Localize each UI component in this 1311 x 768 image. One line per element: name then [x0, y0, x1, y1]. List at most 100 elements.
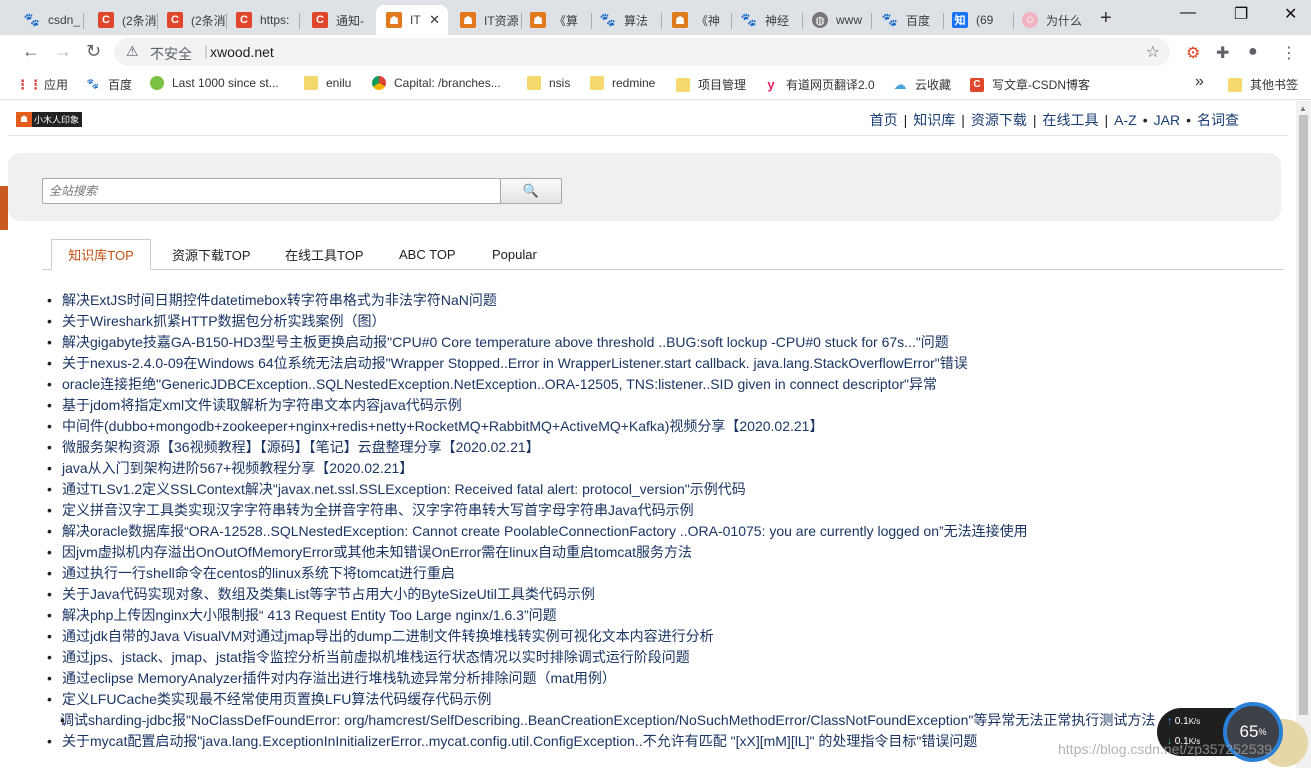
nav-glossary[interactable]: 名词查	[1197, 110, 1239, 130]
browser-tab-strip: 🐾 csdn_ C (2条消 C (2条消 C https: C 通知- ☗ I…	[0, 0, 1311, 35]
browser-tab-active[interactable]: ☗ IT ✕	[376, 5, 448, 35]
tab-title: IT	[410, 13, 421, 27]
extension-share-icon[interactable]: ⚙	[1186, 43, 1200, 63]
article-link[interactable]: 解决gigabyte技嘉GA-B150-HD3型号主板更换启动报"CPU#0 C…	[47, 332, 1287, 353]
browser-tab[interactable]: 🐾 csdn_	[14, 5, 84, 35]
nav-separator: |	[1032, 112, 1037, 128]
article-link[interactable]: 通过jps、jstack、jmap、jstat指令监控分析当前虚拟机堆栈运行状态…	[47, 647, 1287, 668]
puzzle-icon[interactable]: ✚	[1216, 43, 1229, 63]
article-link[interactable]: 调试sharding-jdbc报"NoClassDefFoundError: o…	[45, 710, 1287, 731]
browser-tab[interactable]: 知 (69	[942, 5, 1014, 35]
other-bookmarks-label: 其他书签	[1250, 78, 1299, 92]
nav-online-tools[interactable]: 在线工具	[1043, 110, 1099, 130]
article-link[interactable]: 通过TLSv1.2定义SSLContext解决"javax.net.ssl.SS…	[47, 479, 1287, 500]
maximize-button[interactable]: ❐	[1234, 4, 1248, 24]
scrollbar-thumb[interactable]	[1299, 115, 1308, 715]
browser-tab[interactable]: 🐾 百度	[872, 5, 944, 35]
close-window-button[interactable]: ✕	[1284, 4, 1297, 24]
nav-home[interactable]: 首页	[870, 110, 898, 130]
tab-popular[interactable]: Popular	[492, 239, 537, 270]
bookmark-label: 有道网页翻译2.0	[786, 78, 875, 92]
article-link[interactable]: oracle连接拒绝"GenericJDBCException..SQLNest…	[47, 374, 1287, 395]
bookmark-item[interactable]: ⋮⋮ 应用	[16, 76, 69, 93]
nav-downloads[interactable]: 资源下载	[971, 110, 1027, 130]
article-link[interactable]: 解决ExtJS时间日期控件datetimebox转字符串格式为非法字符NaN问题	[47, 290, 1287, 311]
browser-tab[interactable]: C 通知-	[302, 5, 376, 35]
browser-tab[interactable]: ☺ 为什么	[1012, 5, 1088, 35]
bookmark-item[interactable]: C 写文章-CSDN博客	[970, 76, 1090, 93]
reload-icon[interactable]: ↻	[86, 41, 101, 62]
c-icon: C	[167, 12, 183, 28]
browser-tab[interactable]: 🐾 神经	[731, 5, 803, 35]
scroll-up-arrow-icon[interactable]: ▲	[1299, 104, 1307, 113]
bookmark-item[interactable]: ☁ 云收藏	[893, 76, 952, 93]
site-logo[interactable]: ☗ 小木人印象	[16, 112, 82, 127]
article-link[interactable]: 关于Wireshark抓紧HTTP数据包分析实践案例（图）	[47, 311, 1287, 332]
site-search-input[interactable]	[42, 178, 501, 204]
address-bar[interactable]: ⚠ 不安全 | xwood.net ☆	[114, 38, 1170, 66]
article-link[interactable]: 中间件(dubbo+mongodb+zookeeper+nginx+redis+…	[47, 416, 1287, 437]
insecure-label[interactable]: 不安全	[150, 44, 192, 64]
bookmark-star-icon[interactable]: ☆	[1146, 42, 1160, 62]
bookmark-item[interactable]: redmine	[590, 76, 655, 90]
forward-arrow-icon[interactable]: →	[54, 41, 72, 62]
profile-avatar-icon[interactable]: ●	[1248, 43, 1258, 61]
browser-tab[interactable]: ☗ IT资源	[450, 5, 522, 35]
search-button[interactable]: 🔍	[500, 178, 562, 204]
article-link[interactable]: 关于nexus-2.4.0-09在Windows 64位系统无法启动报"Wrap…	[47, 353, 1287, 374]
tab-abc-top[interactable]: ABC TOP	[399, 239, 456, 270]
article-link[interactable]: 通过jdk自带的Java VisualVM对通过jmap导出的dump二进制文件…	[47, 626, 1287, 647]
browser-tab[interactable]: C (2条消	[88, 5, 158, 35]
browser-tab[interactable]: ☗ 《算	[520, 5, 592, 35]
bookmark-item[interactable]: 🐾 百度	[86, 76, 132, 93]
bookmark-item[interactable]: Last 1000 since st...	[150, 76, 279, 90]
page-scrollbar[interactable]: ▲	[1296, 101, 1311, 768]
close-icon[interactable]: ✕	[429, 12, 440, 28]
tab-tools-top[interactable]: 在线工具TOP	[285, 239, 364, 270]
c-icon: C	[970, 77, 984, 92]
tab-title: 《算	[554, 13, 579, 28]
tab-knowledge-top[interactable]: 知识库TOP	[51, 239, 151, 270]
article-link[interactable]: 通过eclipse MemoryAnalyzer插件对内存溢出进行堆栈轨迹异常分…	[47, 668, 1287, 689]
bookmark-item[interactable]: enilu	[304, 76, 351, 90]
search-icon: 🔍	[522, 183, 540, 198]
article-link[interactable]: java从入门到架构进阶567+视频教程分享【2020.02.21】	[47, 458, 1287, 479]
browser-tab[interactable]: ◍ www	[802, 5, 872, 35]
article-link[interactable]: 定义拼音汉字工具类实现汉字字符串转为全拼音字符串、汉字字符串转大写首字母字符串J…	[47, 500, 1287, 521]
bookmark-label: 应用	[44, 78, 69, 92]
article-link[interactable]: 微服务架构资源【36视频教程】【源码】【笔记】云盘整理分享【2020.02.21…	[47, 437, 1287, 458]
bookmarks-overflow-button[interactable]: »	[1195, 73, 1204, 91]
bookmark-label: enilu	[326, 76, 352, 90]
back-arrow-icon[interactable]: ←	[22, 41, 40, 62]
article-link[interactable]: 定义LFUCache类实现最不经常使用页置换LFU算法代码缓存代码示例	[47, 689, 1287, 710]
minimize-button[interactable]: —	[1180, 4, 1196, 22]
bookmark-item[interactable]: y 有道网页翻译2.0	[764, 76, 875, 93]
article-link[interactable]: 基于jdom将指定xml文件读取解析为字符串文本内容java代码示例	[47, 395, 1287, 416]
url-text[interactable]: xwood.net	[210, 44, 274, 60]
article-link[interactable]: 解决php上传因nginx大小限制报“ 413 Request Entity T…	[47, 605, 1287, 626]
article-link[interactable]: 因jvm虚拟机内存溢出OnOutOfMemoryError或其他未知错误OnEr…	[47, 542, 1287, 563]
menu-kebab-icon[interactable]: ⋮	[1281, 43, 1297, 63]
bookmark-label: Capital: /branches...	[394, 76, 501, 90]
browser-tab[interactable]: C (2条消	[157, 5, 227, 35]
bookmark-item[interactable]: Capital: /branches...	[372, 76, 501, 90]
nav-a-z[interactable]: A-Z	[1114, 112, 1137, 128]
article-link[interactable]: 关于Java代码实现对象、数组及类集List等字节占用大小的ByteSizeUt…	[47, 584, 1287, 605]
other-bookmarks[interactable]: 其他书签	[1228, 76, 1298, 93]
bookmark-label: 百度	[108, 78, 133, 92]
chrome-icon	[372, 76, 386, 90]
nav-knowledge[interactable]: 知识库	[913, 110, 955, 130]
nav-jar[interactable]: JAR	[1154, 112, 1180, 128]
tab-downloads-top[interactable]: 资源下载TOP	[172, 239, 251, 270]
c-icon: C	[236, 12, 252, 28]
article-link[interactable]: 解决oracle数据库报“ORA-12528..SQLNestedExcepti…	[47, 521, 1287, 542]
article-link[interactable]: 通过执行一行shell命令在centos的linux系统下将tomcat进行重启	[47, 563, 1287, 584]
bookmark-item[interactable]: nsis	[527, 76, 570, 90]
warning-icon[interactable]: ⚠	[126, 43, 139, 60]
browser-tab[interactable]: ☗ 《神	[662, 5, 732, 35]
new-tab-button[interactable]: +	[1100, 7, 1112, 30]
bookmark-item[interactable]: 项目管理	[676, 76, 746, 93]
bookmark-label: nsis	[549, 76, 571, 90]
browser-tab[interactable]: 🐾 算法	[590, 5, 662, 35]
browser-tab[interactable]: C https:	[226, 5, 300, 35]
